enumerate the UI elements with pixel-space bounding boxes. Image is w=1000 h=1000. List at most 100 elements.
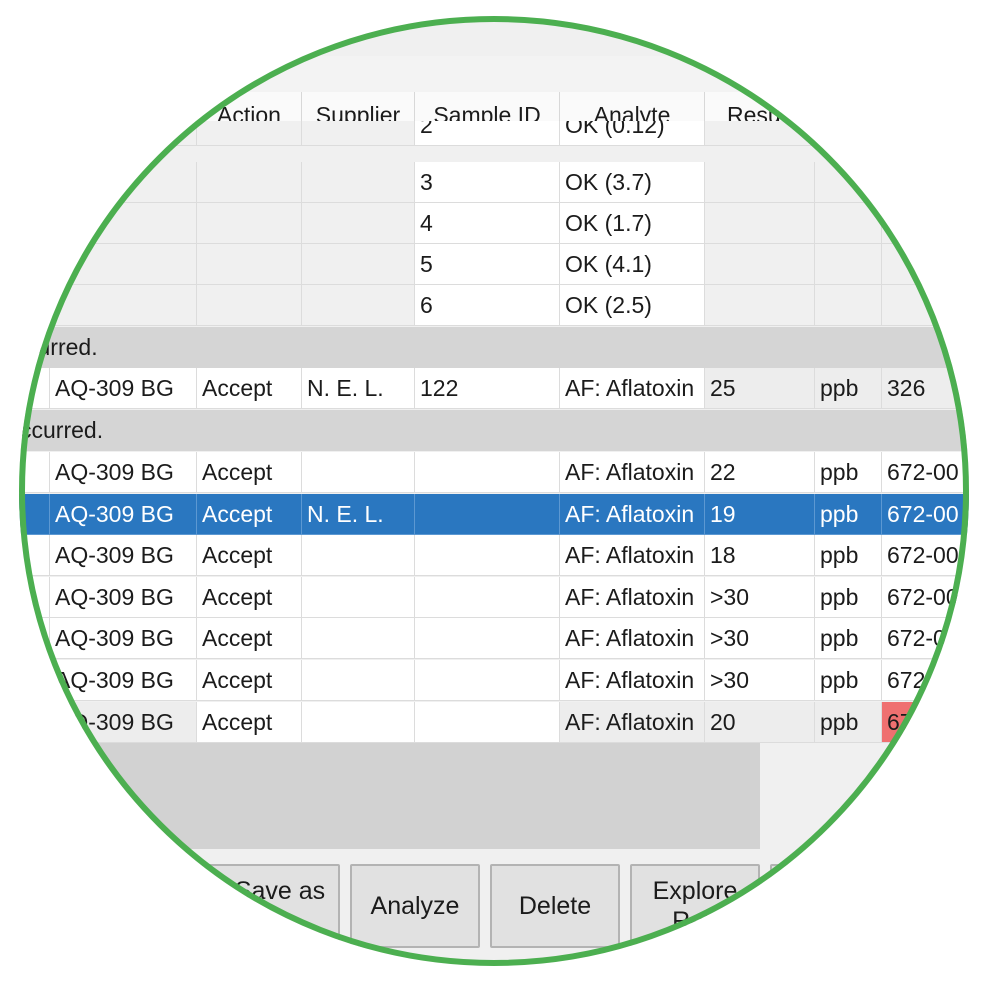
save-as-button[interactable]: Save as <box>200 864 340 948</box>
sub-result-cell: OK (0.12) <box>560 121 705 146</box>
empty-cell <box>815 285 882 326</box>
empty-cell <box>19 244 197 285</box>
sub-result-row[interactable]: 2 OK (0.12) <box>19 121 969 146</box>
group-header[interactable]: curred. <box>19 327 969 368</box>
empty-cell <box>882 162 969 203</box>
result-cell: >30 <box>705 576 815 618</box>
table-row[interactable]: AQ-309 BG Accept N. E. L. 122 AF: Aflato… <box>19 368 969 409</box>
empty-cell <box>882 203 969 244</box>
supplier-cell <box>302 618 415 660</box>
row-indicator-cell <box>19 452 50 493</box>
empty-cell <box>197 121 302 146</box>
sub-number-cell: 6 <box>415 285 560 326</box>
result-cell: 25 <box>705 368 815 409</box>
analyte-cell: AF: Aflatoxin <box>560 493 705 535</box>
sample-id-cell <box>415 535 560 577</box>
sub-result-cell: OK (2.5) <box>560 285 705 326</box>
sample-id-cell <box>415 618 560 660</box>
empty-cell <box>882 285 969 326</box>
sub-number-cell: 3 <box>415 162 560 203</box>
lot-cell: 672-0 <box>882 618 969 660</box>
table-row[interactable]: AQ-309 BG Accept AF: Aflatoxin 20 ppb 67 <box>19 701 969 743</box>
result-cell: 20 <box>705 701 815 743</box>
empty-cell <box>197 285 302 326</box>
table-row[interactable]: AQ-309 BG Accept AF: Aflatoxin >30 ppb 672-0 <box>19 618 969 660</box>
empty-cell <box>19 203 197 244</box>
analyte-cell: AF: Aflatoxin <box>560 535 705 577</box>
table-row[interactable]: AQ-309 BG Accept AF: Aflatoxin >30 ppb 672-00 <box>19 576 969 618</box>
supplier-cell <box>302 701 415 743</box>
empty-cell <box>197 244 302 285</box>
analyze-button[interactable]: Analyze <box>350 864 480 948</box>
empty-cell <box>705 285 815 326</box>
test-cell: AQ-309 BG <box>50 452 197 493</box>
lot-cell: 67 <box>882 701 969 743</box>
empty-cell <box>302 121 415 146</box>
group-header[interactable]: ccurred. <box>19 410 969 451</box>
test-cell: AQ-309 BG <box>50 493 197 535</box>
test-cell: AQ-309 BG <box>50 660 197 701</box>
empty-cell <box>882 244 969 285</box>
explore-reports-button[interactable]: Explore Rep <box>630 864 760 948</box>
sub-result-row[interactable]: 4 OK (1.7) <box>19 203 969 244</box>
units-cell: ppb <box>815 660 882 701</box>
toolbar-strip <box>19 56 969 92</box>
result-cell: >30 <box>705 618 815 660</box>
empty-cell <box>705 203 815 244</box>
table-row[interactable]: AQ-309 BG Accept AF: Aflatoxin 18 ppb 672-00 <box>19 535 969 577</box>
sub-result-row[interactable]: 6 OK (2.5) <box>19 285 969 326</box>
units-cell: ppb <box>815 618 882 660</box>
empty-cell <box>302 162 415 203</box>
sub-number-cell: 4 <box>415 203 560 244</box>
units-cell: ppb <box>815 576 882 618</box>
test-cell: AQ-309 BG <box>50 701 197 743</box>
lot-cell: 672-00 <box>882 576 969 618</box>
sample-id-cell <box>415 576 560 618</box>
action-cell: Accept <box>197 660 302 701</box>
row-indicator-cell <box>19 493 50 535</box>
empty-cell <box>705 121 815 146</box>
empty-cell <box>705 244 815 285</box>
test-cell: AQ-309 BG <box>50 535 197 577</box>
result-cell: >30 <box>705 660 815 701</box>
sub-result-cell: OK (3.7) <box>560 162 705 203</box>
explore-reports-button-label: Explore Rep <box>652 877 738 935</box>
sample-id-cell <box>415 660 560 701</box>
sub-result-cell: OK (1.7) <box>560 203 705 244</box>
table-row-selected[interactable]: AQ-309 BG Accept N. E. L. AF: Aflatoxin 19 pp… <box>19 493 969 535</box>
analyte-cell: AF: Aflatoxin <box>560 368 705 409</box>
delete-button[interactable]: Delete <box>490 864 620 948</box>
empty-cell <box>705 162 815 203</box>
empty-cell <box>19 121 197 146</box>
test-cell: AQ-309 BG <box>50 368 197 409</box>
results-window: Action Supplier Sample ID Analyte Resu 2… <box>19 16 969 966</box>
row-indicator-cell <box>19 660 50 701</box>
analyze-button-label: Analyze <box>370 892 460 920</box>
lot-cell: 672-00 <box>882 452 969 493</box>
empty-grid-area <box>19 743 760 849</box>
supplier-cell <box>302 576 415 618</box>
table-row[interactable]: AQ-309 BG Accept AF: Aflatoxin >30 ppb 672 <box>19 660 969 701</box>
empty-cell <box>197 162 302 203</box>
lot-cell: 672-00 <box>882 535 969 577</box>
empty-cell <box>815 244 882 285</box>
empty-cell <box>815 203 882 244</box>
empty-cell <box>197 203 302 244</box>
sub-result-row[interactable]: 3 OK (3.7) <box>19 162 969 203</box>
row-indicator-cell <box>19 701 50 743</box>
lot-cell: 326 <box>882 368 969 409</box>
sample-id-cell <box>415 493 560 535</box>
sub-result-row[interactable]: 5 OK (4.1) <box>19 244 969 285</box>
supplier-cell: N. E. L. <box>302 493 415 535</box>
supplier-cell <box>302 452 415 493</box>
result-cell: 19 <box>705 493 815 535</box>
action-cell: Accept <box>197 701 302 743</box>
analyte-cell: AF: Aflatoxin <box>560 452 705 493</box>
sub-result-cell: OK (4.1) <box>560 244 705 285</box>
table-row[interactable]: AQ-309 BG Accept AF: Aflatoxin 22 ppb 672-00 <box>19 452 969 493</box>
units-cell: ppb <box>815 368 882 409</box>
units-cell: ppb <box>815 535 882 577</box>
more-button[interactable] <box>770 864 910 948</box>
action-cell: Accept <box>197 618 302 660</box>
lot-cell: 672-00 <box>882 493 969 535</box>
